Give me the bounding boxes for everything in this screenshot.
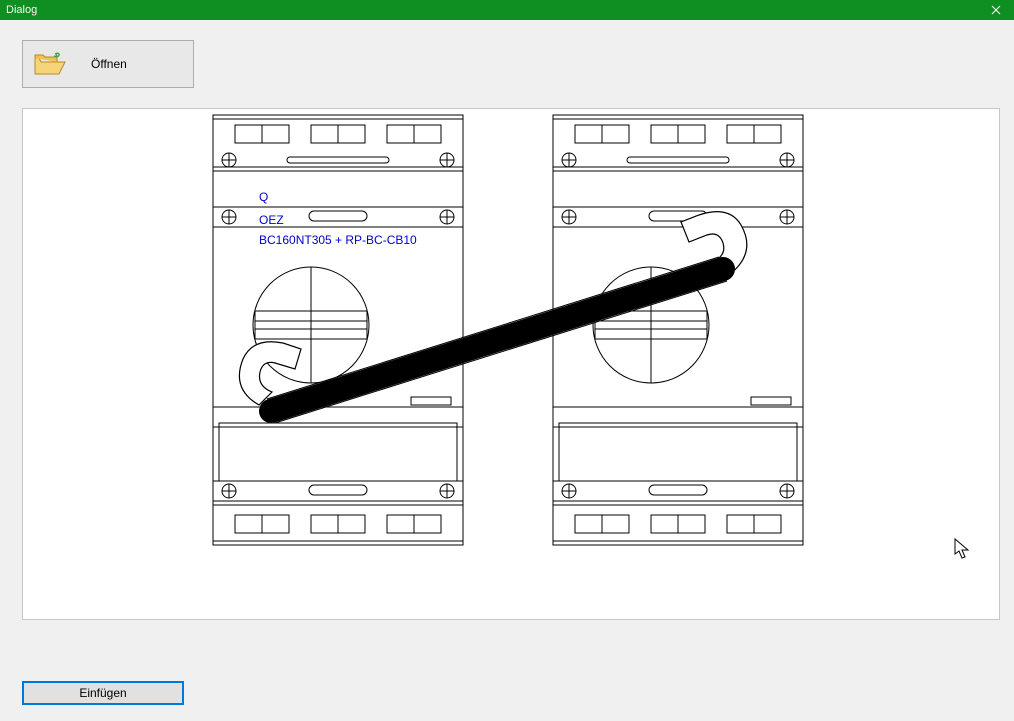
- open-button[interactable]: Öffnen: [22, 40, 194, 88]
- window-title: Dialog: [6, 4, 37, 16]
- close-icon: [991, 5, 1001, 15]
- dialog-client: Öffnen: [0, 20, 1014, 721]
- preview-panel: Q OEZ BC160NT305 + RP-BC-CB10: [0, 108, 1014, 669]
- close-button[interactable]: [978, 0, 1014, 20]
- drawing-preview: Q OEZ BC160NT305 + RP-BC-CB10: [22, 108, 1000, 620]
- label-part: BC160NT305 + RP-BC-CB10: [259, 233, 417, 247]
- label-manufacturer: OEZ: [259, 213, 284, 227]
- open-button-label: Öffnen: [91, 57, 127, 71]
- toolbar: Öffnen: [0, 20, 1014, 108]
- footer: Einfügen: [0, 669, 1014, 721]
- label-q: Q: [259, 190, 268, 204]
- titlebar: Dialog: [0, 0, 1014, 20]
- folder-open-icon: [33, 52, 63, 76]
- insert-button[interactable]: Einfügen: [22, 681, 184, 705]
- insert-button-label: Einfügen: [79, 686, 126, 700]
